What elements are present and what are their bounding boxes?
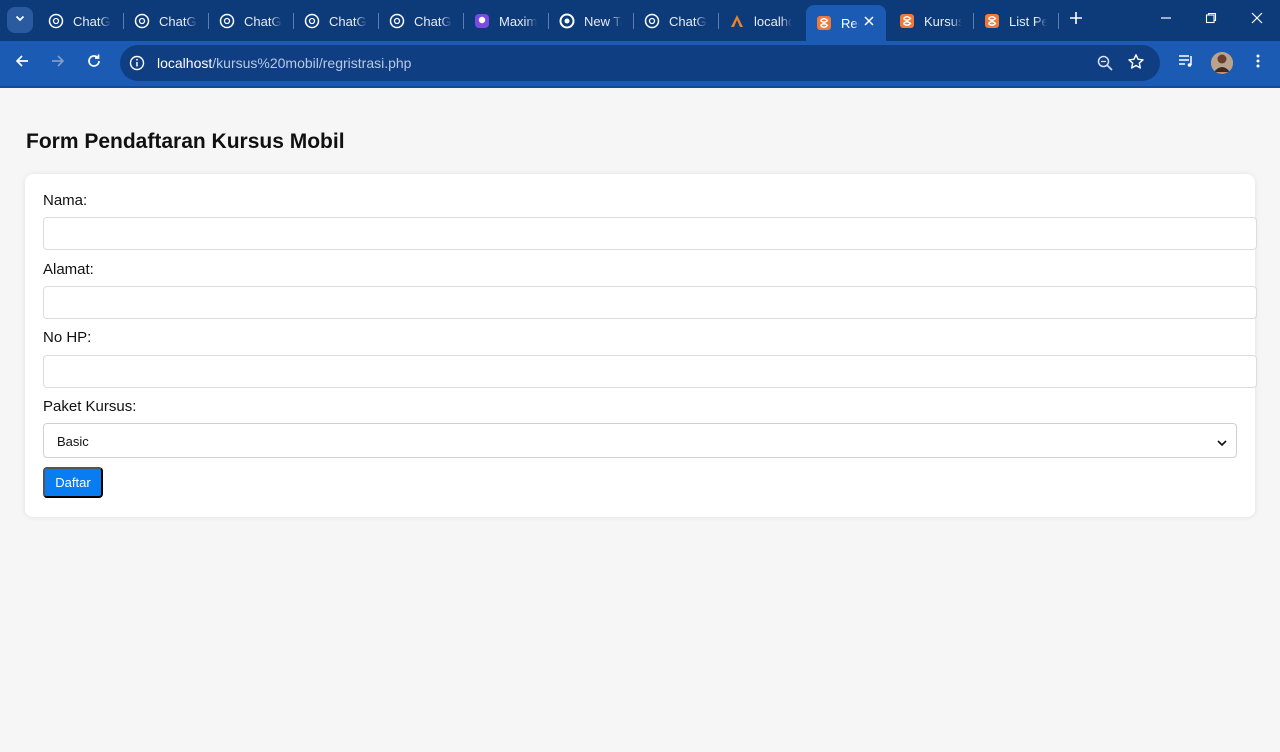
nama-input[interactable] bbox=[43, 217, 1257, 250]
browser-tab[interactable]: Maxim bbox=[474, 6, 542, 36]
tab-title: ChatGPT bbox=[73, 13, 111, 29]
url-host: localhost bbox=[157, 55, 213, 71]
browser-tab-active[interactable]: Regristrasi bbox=[806, 5, 886, 41]
tab-separator bbox=[633, 13, 634, 29]
xampp-icon bbox=[729, 13, 745, 29]
forward-button[interactable] bbox=[47, 52, 69, 74]
xampp-icon bbox=[816, 15, 832, 31]
more-vert-icon bbox=[1250, 53, 1266, 74]
chatgpt-icon bbox=[644, 13, 660, 29]
chevron-down-icon bbox=[1216, 436, 1228, 448]
url-path: /kursus%20mobil/regristrasi.php bbox=[212, 55, 412, 71]
tab-title: ChatGPT bbox=[159, 13, 197, 29]
tab-separator bbox=[378, 13, 379, 29]
xampp-icon bbox=[984, 13, 1000, 29]
xampp-icon bbox=[899, 13, 915, 29]
registration-form: Nama: Alamat: No HP: Paket Kursus: Basic… bbox=[25, 174, 1257, 517]
tab-search-button[interactable] bbox=[7, 7, 33, 33]
browser-tab[interactable]: New Tab bbox=[559, 6, 627, 36]
arrow-right-icon bbox=[50, 53, 66, 74]
browser-tab[interactable]: List Pendaftar bbox=[984, 6, 1052, 36]
tab-title: ChatGPT bbox=[244, 13, 282, 29]
tab-title: ChatGPT bbox=[329, 13, 367, 29]
media-control-button[interactable] bbox=[1175, 52, 1197, 74]
restore-icon bbox=[1205, 11, 1217, 29]
plus-icon bbox=[1069, 11, 1083, 30]
tab-strip: ChatGPT ChatGPT ChatGPT ChatGPT ChatGPT … bbox=[0, 0, 1280, 41]
browser-tab[interactable]: ChatGPT bbox=[48, 6, 116, 36]
tab-separator bbox=[718, 13, 719, 29]
minimize-button[interactable] bbox=[1156, 10, 1176, 30]
tab-separator bbox=[973, 13, 974, 29]
arrow-left-icon bbox=[14, 53, 30, 74]
chatgpt-icon bbox=[219, 13, 235, 29]
tab-separator bbox=[208, 13, 209, 29]
paket-label: Paket Kursus: bbox=[43, 398, 137, 415]
minimize-icon bbox=[1160, 11, 1172, 29]
paket-selected-value: Basic bbox=[57, 434, 89, 449]
paket-select[interactable]: Basic bbox=[43, 423, 1237, 458]
close-icon[interactable] bbox=[862, 14, 876, 28]
browser-tab[interactable]: ChatGPT bbox=[304, 6, 372, 36]
info-icon[interactable] bbox=[129, 55, 145, 71]
tab-separator bbox=[1058, 13, 1059, 29]
nama-label: Nama: bbox=[43, 192, 88, 209]
toolbar-divider bbox=[0, 86, 1280, 88]
tab-separator bbox=[463, 13, 464, 29]
back-button[interactable] bbox=[11, 52, 33, 74]
star-icon[interactable] bbox=[1127, 53, 1145, 71]
tab-separator bbox=[548, 13, 549, 29]
reload-icon bbox=[86, 53, 102, 74]
avatar-icon bbox=[1211, 52, 1233, 74]
browser-tab[interactable]: ChatGPT bbox=[389, 6, 457, 36]
chatgpt-icon bbox=[304, 13, 320, 29]
browser-tab[interactable]: ChatGPT bbox=[134, 6, 202, 36]
alamat-label: Alamat: bbox=[43, 261, 94, 278]
chatgpt-icon bbox=[389, 13, 405, 29]
chevron-down-icon bbox=[14, 11, 26, 29]
browser-tab[interactable]: Kursus bbox=[899, 6, 967, 36]
alamat-input[interactable] bbox=[43, 286, 1257, 319]
profile-avatar[interactable] bbox=[1211, 52, 1233, 74]
browser-tab[interactable]: ChatGPT bbox=[219, 6, 287, 36]
tab-title: Maxim bbox=[499, 13, 537, 29]
chrome-icon bbox=[559, 13, 575, 29]
tab-title: Kursus bbox=[924, 13, 962, 29]
browser-tab[interactable]: localhost bbox=[729, 6, 797, 36]
tab-title: localhost bbox=[754, 13, 792, 29]
daftar-button[interactable]: Daftar bbox=[43, 467, 103, 498]
restore-button[interactable] bbox=[1201, 10, 1221, 30]
tab-title: New Tab bbox=[584, 13, 622, 29]
nohp-label: No HP: bbox=[43, 329, 92, 346]
tab-title: ChatGPT bbox=[414, 13, 452, 29]
chatgpt-icon bbox=[48, 13, 64, 29]
tab-separator bbox=[293, 13, 294, 29]
close-icon bbox=[1251, 11, 1263, 29]
browser-toolbar: localhost/kursus%20mobil/regristrasi.php bbox=[0, 41, 1280, 86]
browser-tab[interactable]: ChatGPT bbox=[644, 6, 712, 36]
zoom-icon[interactable] bbox=[1096, 54, 1114, 72]
page-title: Form Pendaftaran Kursus Mobil bbox=[26, 130, 345, 153]
nohp-input[interactable] bbox=[43, 355, 1257, 388]
menu-button[interactable] bbox=[1247, 52, 1269, 74]
tab-title: Regristrasi bbox=[841, 15, 859, 31]
new-tab-button[interactable] bbox=[1066, 10, 1086, 30]
maxim-icon bbox=[474, 13, 490, 29]
close-window-button[interactable] bbox=[1247, 10, 1267, 30]
chatgpt-icon bbox=[134, 13, 150, 29]
tab-title: List Pendaftar bbox=[1009, 13, 1047, 29]
tab-separator bbox=[123, 13, 124, 29]
playlist-icon bbox=[1177, 52, 1195, 75]
reload-button[interactable] bbox=[83, 52, 105, 74]
address-bar[interactable]: localhost/kursus%20mobil/regristrasi.php bbox=[120, 45, 1160, 81]
tab-title: ChatGPT bbox=[669, 13, 707, 29]
url-text[interactable]: localhost/kursus%20mobil/regristrasi.php bbox=[157, 55, 411, 71]
